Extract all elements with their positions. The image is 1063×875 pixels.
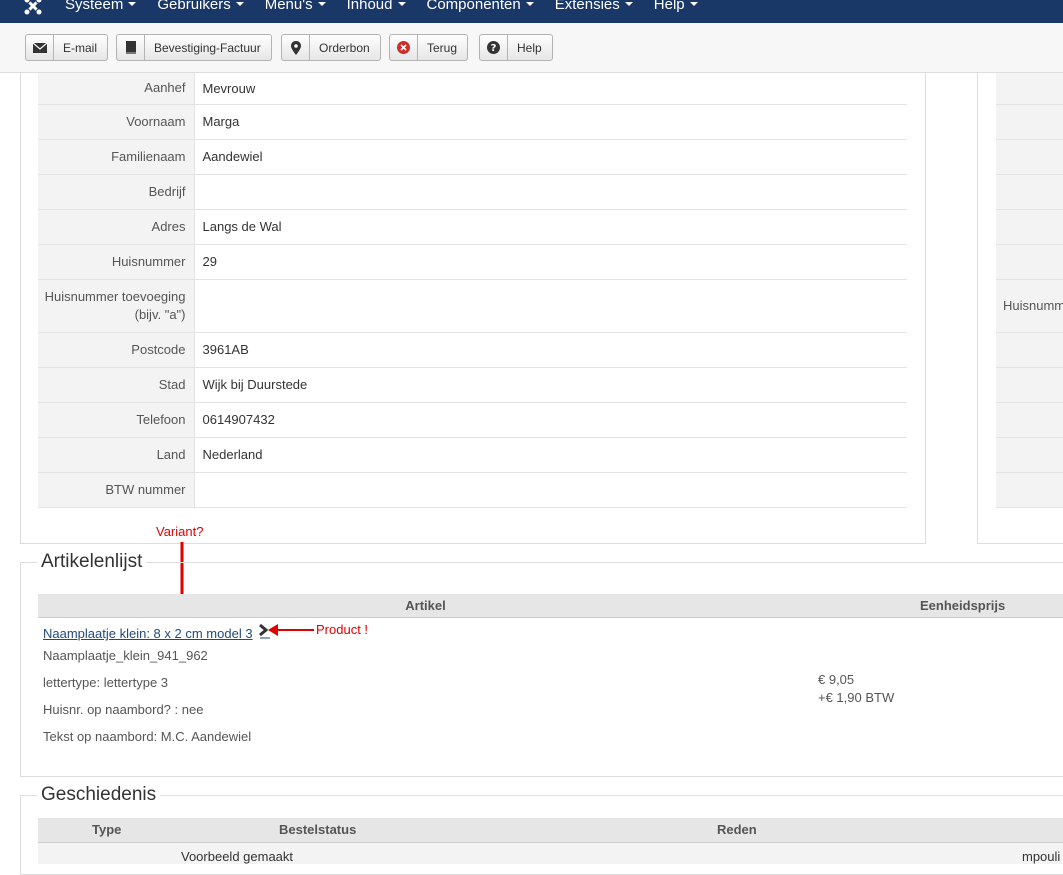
history-row: Voorbeeld gemaakt mpouli [38,843,1063,864]
confirmation-invoice-button[interactable]: Bevestiging-Factuur [116,34,272,61]
caret-down-icon [689,2,698,7]
caret-down-icon [235,2,244,7]
top-navbar: Systeem Gebruikers Menu's Inhoud Compone… [0,0,1063,23]
caret-down-icon [128,2,137,7]
address-row: Huisnummer 29 [38,244,907,280]
address-row: Voornaam Marga [38,104,907,140]
address-row: Land Nederland [38,437,907,473]
caret-down-icon [525,2,534,7]
annotation-arrow-left-icon [268,624,314,636]
question-circle-icon: ? [487,41,500,54]
toolbar: E-mail Bevestiging-Factuur Orderbon Teru… [0,23,1063,73]
address-row: Telefoon 0614907432 [38,402,907,438]
menu-menus[interactable]: Menu's [265,0,326,13]
address-row: Familienaam Aandewiel [38,139,907,175]
col-article: Artikel [405,598,446,613]
location-pin-icon [290,40,301,55]
svg-text:?: ? [491,43,497,54]
address-row: Bedrijf [38,174,907,210]
article-variant-link[interactable]: Naamplaatje klein: 8 x 2 cm model 3 [43,626,253,641]
orderbon-button[interactable]: Orderbon [281,34,381,61]
history-legend: Geschiedenis [37,784,161,806]
article-attribute: Huisnr. op naambord? : nee [43,702,204,717]
joomla-logo-icon[interactable] [23,0,43,16]
address-row: Aanhef Mevrouw [38,73,907,105]
caret-down-icon [397,2,406,7]
address-row: Postcode 3961AB [38,332,907,368]
menu-systeem[interactable]: Systeem [65,0,137,13]
cancel-circle-icon [397,41,410,54]
help-button[interactable]: ? Help [479,34,553,61]
history-header: Type Bestelstatus Reden [38,818,1063,843]
caret-down-icon [624,2,633,7]
annotation-variant: Variant? [156,524,204,539]
menu-gebruikers[interactable]: Gebruikers [157,0,244,13]
address-row: Adres Langs de Wal [38,209,907,245]
articles-legend: Artikelenlijst [37,551,147,573]
article-sku: Naamplaatje_klein_941_962 [43,648,208,663]
col-unit-price: Eenheidsprijs [920,598,1006,613]
shipping-huisnummer-label: Huisnumm [996,279,1063,333]
history-user: mpouli [1022,849,1061,864]
articles-header: Artikel Eenheidsprijs [38,594,1063,618]
col-reden: Reden [717,822,757,837]
col-type: Type [92,822,122,837]
history-status: Voorbeeld gemaakt [181,849,294,864]
email-button[interactable]: E-mail [25,34,109,61]
article-unit-price: € 9,05 [818,672,855,687]
caret-down-icon [317,2,326,7]
menu-inhoud[interactable]: Inhoud [347,0,406,13]
article-attribute: Tekst op naambord: M.C. Aandewiel [43,729,252,744]
menu-componenten[interactable]: Componenten [427,0,534,13]
annotation-product: Product ! [316,622,369,637]
address-row: BTW nummer [38,472,907,508]
address-row: Stad Wijk bij Duurstede [38,367,907,403]
back-button[interactable]: Terug [389,34,469,61]
menu-help[interactable]: Help [654,0,698,13]
article-attribute: lettertype: lettertype 3 [43,675,169,690]
address-row: Huisnummer toevoeging (bijv. "a") [38,279,907,333]
shipping-address-table: Huisnumm [996,73,1063,508]
envelope-icon [32,42,47,53]
article-tax: +€ 1,90 BTW [818,690,895,705]
col-bestelstatus: Bestelstatus [279,822,357,837]
billing-address-table: Aanhef Mevrouw Voornaam Marga Familienaam A… [38,73,907,508]
book-icon [125,41,136,54]
menu-extensies[interactable]: Extensies [555,0,633,13]
